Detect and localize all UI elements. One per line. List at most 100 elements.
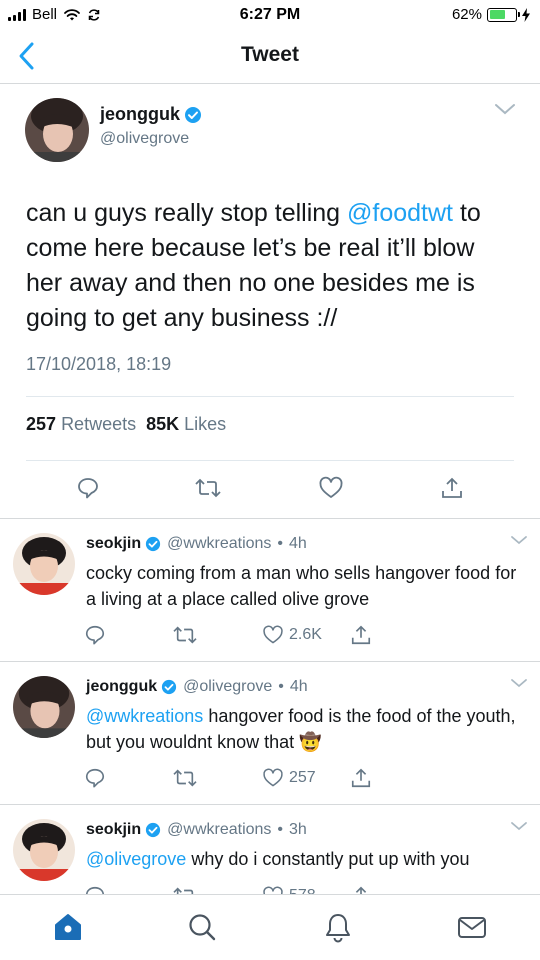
heart-icon (319, 476, 343, 498)
author-name[interactable]: seokjin (86, 535, 141, 553)
retweet-button[interactable] (172, 767, 198, 789)
retweet-button[interactable] (172, 624, 198, 646)
reply-header: seokjin @wwkreations • 3h (86, 821, 307, 839)
reply-actions: 257 (0, 767, 540, 791)
verified-badge-icon (161, 679, 177, 695)
page-title: Tweet (241, 43, 299, 66)
reply-header: seokjin @wwkreations • 4h (86, 535, 307, 553)
like-count: 257 (289, 769, 316, 786)
reply-actions: 2.6K (0, 624, 540, 648)
verified-badge-icon (185, 106, 201, 123)
reply-time: 4h (289, 535, 307, 552)
reply-header: jeongguk @olivegrove • 4h (86, 678, 308, 696)
author-handle[interactable]: @olivegrove (100, 130, 189, 148)
tab-messages[interactable] (456, 911, 488, 943)
messages-icon (458, 917, 486, 938)
reply-tweet[interactable]: seokjin @wwkreations • 4h cocky coming f… (0, 519, 540, 661)
retweet-icon (173, 769, 197, 787)
likes-label: Likes (184, 414, 227, 434)
reply-tweet[interactable]: jeongguk @olivegrove • 4h @wwkreations h… (0, 662, 540, 804)
notifications-icon (326, 914, 350, 943)
author-name[interactable]: jeongguk (86, 678, 157, 696)
reply-button[interactable] (84, 767, 106, 789)
tweet-timestamp: 17/10/2018, 18:19 (26, 354, 172, 374)
reply-icon (85, 768, 105, 788)
author-handle[interactable]: @wwkreations (167, 821, 271, 839)
likes-stat[interactable]: 85K Likes (146, 414, 226, 435)
tab-notifications[interactable] (322, 911, 354, 943)
heart-icon (263, 768, 283, 787)
retweets-count: 257 (26, 414, 57, 434)
share-button[interactable] (440, 476, 464, 505)
chevron-down-icon (511, 822, 527, 831)
reply-time: 4h (289, 678, 308, 695)
tweet-actions (0, 476, 540, 506)
like-button[interactable] (318, 476, 344, 505)
reply-text: @olivegrove why do i constantly put up w… (86, 846, 526, 872)
tweet-options-button[interactable] (494, 102, 516, 121)
battery-percent: 62% (451, 6, 482, 23)
retweet-button[interactable] (194, 476, 222, 505)
home-icon (55, 914, 81, 940)
avatar[interactable] (13, 819, 75, 881)
avatar[interactable] (13, 533, 75, 595)
tab-home[interactable] (52, 911, 84, 943)
retweet-icon (173, 626, 197, 644)
charging-bolt-icon (522, 7, 530, 22)
tweet-options-button[interactable] (510, 676, 528, 694)
separator-dot: • (277, 535, 284, 552)
retweets-label: Retweets (61, 414, 137, 434)
chevron-down-icon (511, 679, 527, 688)
reply-time: 3h (289, 821, 307, 838)
retweet-icon (195, 478, 221, 498)
avatar[interactable] (13, 676, 75, 738)
like-count: 2.6K (289, 626, 322, 643)
verified-badge-icon (146, 822, 161, 838)
cowboy-emoji-icon: 🤠 (299, 732, 322, 752)
tweet-text: can u guys really stop telling @foodtwt … (26, 196, 516, 336)
separator-dot: • (278, 678, 284, 695)
author-handle[interactable]: @wwkreations (167, 535, 271, 553)
mention-link[interactable]: @olivegrove (86, 849, 186, 869)
reply-button[interactable] (84, 624, 106, 646)
reply-button[interactable] (76, 476, 100, 505)
reply-icon (85, 625, 105, 645)
share-icon (351, 768, 371, 788)
tweet-stats: 257 Retweets 85K Likes (26, 414, 226, 435)
author-name[interactable]: seokjin (86, 821, 141, 839)
heart-icon (263, 625, 283, 644)
divider (26, 460, 514, 461)
chevron-down-icon (495, 104, 515, 115)
author-name-row: jeongguk (100, 104, 202, 125)
tab-search[interactable] (186, 911, 218, 943)
share-icon (442, 477, 462, 498)
battery-icon (487, 7, 520, 22)
reply-text-body: why do i constantly put up with you (186, 849, 470, 869)
avatar[interactable] (25, 98, 89, 162)
search-icon (189, 914, 216, 941)
like-button[interactable]: 257 (262, 767, 316, 789)
reply-text: cocky coming from a man who sells hangov… (86, 563, 517, 609)
tweet-options-button[interactable] (510, 533, 528, 551)
reply-text: @wwkreations hangover food is the food o… (86, 703, 526, 755)
battery-fill (489, 10, 505, 19)
nav-bar: Tweet (0, 30, 540, 84)
reply-icon (78, 478, 98, 499)
mention-link[interactable]: @wwkreations (86, 706, 203, 726)
share-icon (351, 625, 371, 645)
mention-link[interactable]: @foodtwt (347, 199, 453, 227)
tab-bar (0, 894, 540, 960)
status-right: 62% (452, 6, 530, 23)
tweet-options-button[interactable] (510, 819, 528, 837)
separator-dot: • (277, 821, 284, 838)
divider (26, 396, 514, 397)
verified-badge-icon (146, 536, 161, 552)
tweet-text-start: can u guys really stop telling (26, 199, 348, 227)
share-button[interactable] (350, 767, 372, 789)
share-button[interactable] (350, 624, 372, 646)
author-name[interactable]: jeongguk (100, 104, 180, 125)
author-handle[interactable]: @olivegrove (183, 678, 272, 696)
retweets-stat[interactable]: 257 Retweets (26, 414, 136, 435)
status-bar: Bell 6:27 PM 62% (0, 0, 540, 30)
like-button[interactable]: 2.6K (262, 624, 322, 646)
